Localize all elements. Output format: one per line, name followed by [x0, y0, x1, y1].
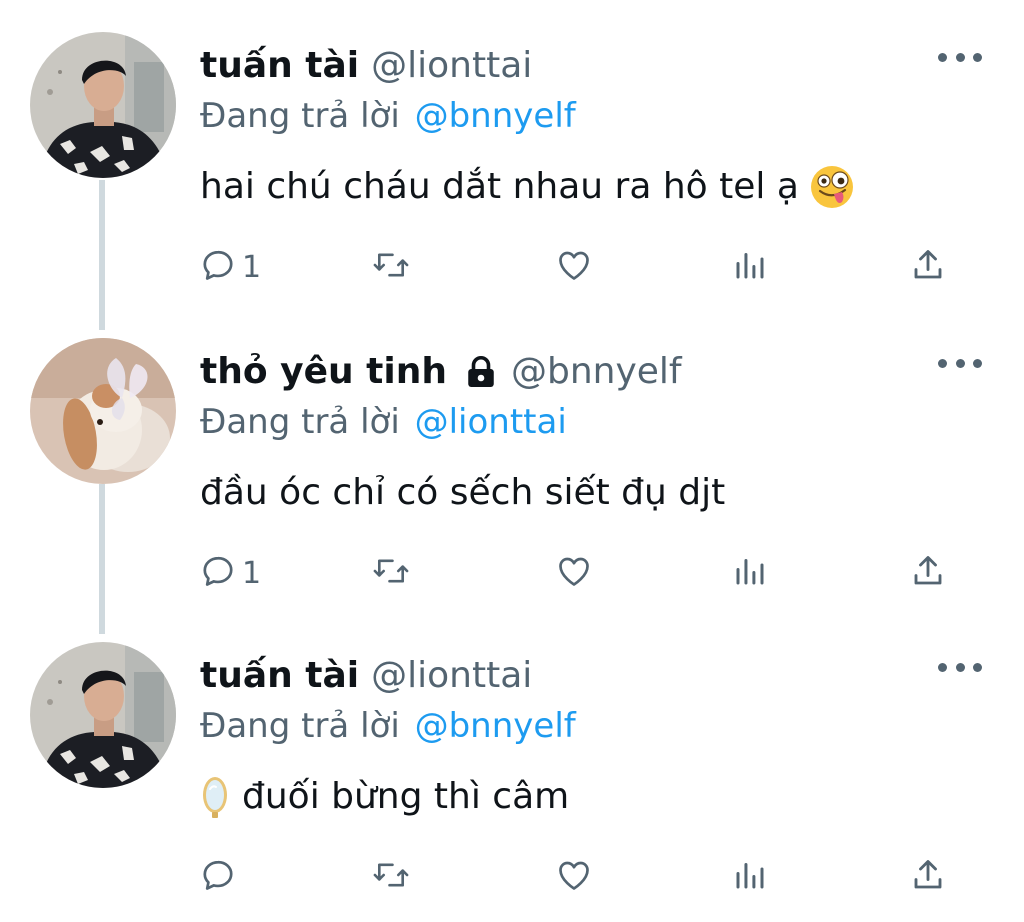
like-button[interactable] — [554, 242, 594, 292]
tweet[interactable]: tuấn tài @lionttai Đang trả lời @bnnyelf… — [0, 28, 1024, 332]
views-icon — [732, 857, 768, 897]
display-name[interactable]: tuấn tài — [200, 44, 359, 88]
views-button[interactable] — [732, 548, 768, 598]
tweet-actions: 1 — [200, 548, 960, 598]
tweet-actions — [200, 852, 960, 902]
retweet-icon — [372, 247, 410, 287]
avatar[interactable] — [30, 32, 176, 178]
replying-to-label: Đang trả lời — [200, 402, 400, 442]
share-button[interactable] — [910, 548, 946, 598]
zany-face-emoji — [809, 164, 855, 210]
more-icon[interactable] — [938, 348, 982, 378]
mention-link[interactable]: @lionttai — [415, 402, 567, 442]
tweet-text: đầu óc chỉ có sếch siết đụ djt — [200, 470, 725, 516]
replying-to-label: Đang trả lời — [200, 706, 400, 746]
reply-icon — [200, 857, 236, 897]
tweet-text-content: hai chú cháu dắt nhau ra hô tel ạ — [200, 166, 799, 207]
tweet-header: tuấn tài @lionttai — [200, 654, 532, 698]
avatar[interactable] — [30, 338, 176, 484]
reply-count: 1 — [242, 249, 262, 285]
reply-button[interactable]: 1 — [200, 548, 261, 598]
retweet-button[interactable] — [372, 852, 410, 902]
mention-link[interactable]: @bnnyelf — [415, 96, 576, 136]
views-button[interactable] — [732, 852, 768, 902]
replying-to: Đang trả lời @bnnyelf — [200, 94, 576, 138]
reply-thread: tuấn tài @lionttai Đang trả lời @bnnyelf… — [0, 0, 1024, 922]
replying-to-label: Đang trả lời — [200, 96, 400, 136]
tweet[interactable]: tuấn tài @lionttai Đang trả lời @bnnyelf… — [0, 638, 1024, 922]
display-name[interactable]: thỏ yêu tinh — [200, 350, 447, 394]
reply-icon — [200, 553, 236, 593]
replying-to: Đang trả lời @bnnyelf — [200, 704, 576, 748]
heart-icon — [554, 553, 594, 593]
user-handle[interactable]: @lionttai — [371, 44, 532, 88]
tweet-text-content: đầu óc chỉ có sếch siết đụ djt — [200, 472, 726, 513]
reply-button[interactable]: 1 — [200, 242, 261, 292]
tweet-actions: 1 — [200, 242, 960, 292]
tweet-text: đuối bừng thì câm — [200, 774, 569, 820]
retweet-button[interactable] — [372, 242, 410, 292]
display-name[interactable]: tuấn tài — [200, 654, 359, 698]
user-handle[interactable]: @lionttai — [371, 654, 532, 698]
share-icon — [910, 553, 946, 593]
tweet-text-content: đuối bừng thì câm — [242, 776, 570, 817]
like-button[interactable] — [554, 852, 594, 902]
more-icon[interactable] — [938, 652, 982, 682]
retweet-button[interactable] — [372, 548, 410, 598]
user-handle[interactable]: @bnnyelf — [511, 350, 682, 394]
avatar[interactable] — [30, 642, 176, 788]
lock-icon — [463, 355, 499, 389]
like-button[interactable] — [554, 548, 594, 598]
mirror-emoji — [200, 775, 230, 819]
share-button[interactable] — [910, 852, 946, 902]
tweet[interactable]: thỏ yêu tinh @bnnyelf Đang trả lời @lion… — [0, 334, 1024, 638]
reply-icon — [200, 247, 236, 287]
share-icon — [910, 857, 946, 897]
retweet-icon — [372, 857, 410, 897]
reply-count: 1 — [242, 555, 262, 591]
share-button[interactable] — [910, 242, 946, 292]
views-icon — [732, 247, 768, 287]
views-button[interactable] — [732, 242, 768, 292]
share-icon — [910, 247, 946, 287]
reply-button[interactable] — [200, 852, 242, 902]
replying-to: Đang trả lời @lionttai — [200, 400, 567, 444]
tweet-text: hai chú cháu dắt nhau ra hô tel ạ — [200, 164, 855, 210]
retweet-icon — [372, 553, 410, 593]
heart-icon — [554, 247, 594, 287]
heart-icon — [554, 857, 594, 897]
mention-link[interactable]: @bnnyelf — [415, 706, 576, 746]
more-icon[interactable] — [938, 42, 982, 72]
tweet-header: thỏ yêu tinh @bnnyelf — [200, 350, 682, 394]
tweet-header: tuấn tài @lionttai — [200, 44, 532, 88]
views-icon — [732, 553, 768, 593]
